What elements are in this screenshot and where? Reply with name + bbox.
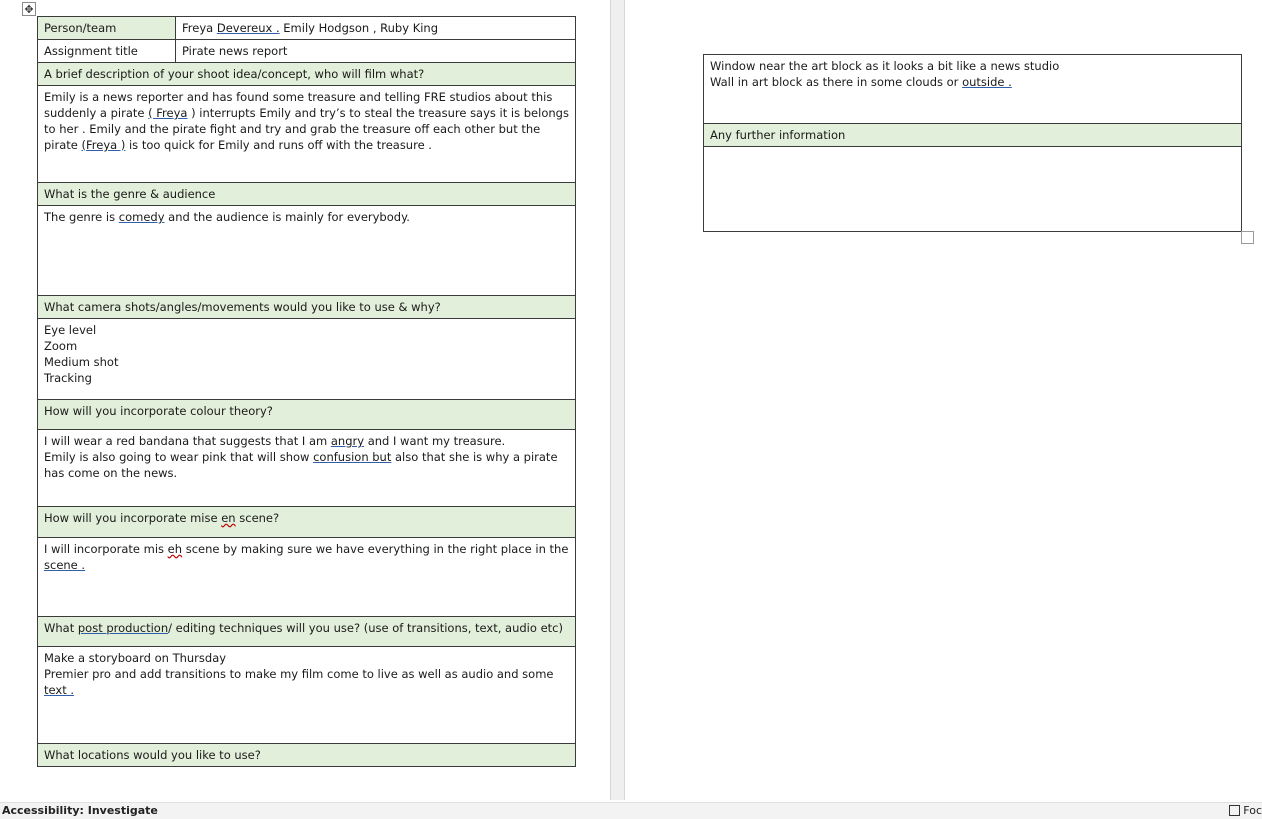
assignment-title-value[interactable]: Pirate news report [175, 39, 576, 63]
concept-answer[interactable]: Emily is a news reporter and has found s… [37, 85, 576, 183]
genre-text-1: The genre is [44, 210, 119, 224]
camera-answer[interactable]: Eye level Zoom Medium shot Tracking [37, 318, 576, 400]
mise-heading-text-2: scene? [235, 511, 280, 525]
genre-answer[interactable]: The genre is comedy and the audience is … [37, 205, 576, 296]
table-row: The genre is comedy and the audience is … [37, 205, 576, 296]
table-row: Eye level Zoom Medium shot Tracking [37, 318, 576, 400]
table-row: Any further information [703, 123, 1242, 147]
mise-heading-misspelled: en [221, 511, 236, 525]
post-heading-text-1: What [44, 621, 78, 635]
person-team-name1: Freya [182, 21, 214, 35]
locations-underlined: outside . [962, 75, 1012, 89]
person-team-label: Person/team [37, 16, 176, 40]
planning-table-continued: Window near the art block as it looks a … [703, 54, 1242, 232]
mise-misspelled: eh [167, 542, 183, 556]
table-row: I will wear a red bandana that suggests … [37, 429, 576, 507]
post-production-answer[interactable]: Make a storyboard on Thursday Premier pro… [37, 646, 576, 744]
concept-underlined-2: (Freya ) [81, 138, 126, 152]
post-production-heading: What post production/ editing techniques… [37, 616, 576, 647]
page-gutter [610, 0, 625, 800]
mise-en-scene-heading: How will you incorporate mise en scene? [37, 506, 576, 538]
table-row: Emily is a news reporter and has found s… [37, 85, 576, 183]
table-row: I will incorporate mis eh scene by makin… [37, 537, 576, 617]
post-text-line-1: Make a storyboard on Thursday [44, 651, 227, 665]
colour-underlined-2: confusion but [313, 450, 392, 464]
camera-heading: What camera shots/angles/movements would… [37, 295, 576, 319]
colour-text-1: I will wear a red bandana that suggests … [44, 434, 331, 448]
table-row: What is the genre & audience [37, 182, 576, 206]
table-row: A brief description of your shoot idea/c… [37, 62, 576, 86]
colour-text-3: Emily is also going to wear pink that wi… [44, 450, 314, 464]
post-heading-underlined: post production [77, 621, 169, 635]
mise-en-scene-answer[interactable]: I will incorporate mis eh scene by makin… [37, 537, 576, 617]
person-team-value[interactable]: Freya Devereux . Emily Hodgson , Ruby Ki… [175, 16, 576, 40]
accessibility-status[interactable]: Accessibility: Investigate [2, 804, 158, 817]
genre-underlined: comedy [118, 210, 165, 224]
mise-underlined: scene . [44, 558, 86, 572]
concept-heading: A brief description of your shoot idea/c… [37, 62, 576, 86]
table-resize-handle-icon[interactable] [1241, 231, 1254, 244]
locations-answer[interactable]: Window near the art block as it looks a … [703, 54, 1242, 124]
further-info-answer[interactable] [703, 146, 1242, 232]
locations-line-2: Wall in art block as there in some cloud… [710, 75, 963, 89]
post-heading-text-2: / editing techniques will you use? (use … [168, 621, 563, 635]
table-row [703, 146, 1242, 232]
table-row: Person/team Freya Devereux . Emily Hodgs… [37, 16, 576, 40]
table-row: How will you incorporate mise en scene? [37, 506, 576, 538]
table-row: How will you incorporate colour theory? [37, 399, 576, 430]
focus-icon [1229, 805, 1241, 816]
locations-heading: What locations would you like to use? [37, 743, 576, 767]
table-row: Window near the art block as it looks a … [703, 54, 1242, 124]
focus-label: Foc [1243, 804, 1262, 817]
colour-underlined-1: angry [330, 434, 365, 448]
mise-text-1: I will incorporate mis [44, 542, 168, 556]
table-row: What camera shots/angles/movements would… [37, 295, 576, 319]
colour-answer[interactable]: I will wear a red bandana that suggests … [37, 429, 576, 507]
assignment-title-label: Assignment title [37, 39, 176, 63]
status-bar: Accessibility: Investigate Foc [0, 802, 1262, 819]
further-info-heading: Any further information [703, 123, 1242, 147]
table-row: What post production/ editing techniques… [37, 616, 576, 647]
table-row: What locations would you like to use? [37, 743, 576, 767]
colour-text-2: and I want my treasure. [364, 434, 506, 448]
mise-heading-text-1: How will you incorporate mise [44, 511, 222, 525]
table-move-handle-icon[interactable]: ✥ [22, 2, 36, 16]
concept-underlined-1: ( Freya [148, 106, 188, 120]
genre-text-2: and the audience is mainly for everybody… [164, 210, 410, 224]
mise-text-2: scene by making sure we have everything … [182, 542, 569, 556]
post-text-2: Premier pro and add transitions to make … [44, 667, 554, 681]
planning-table: Person/team Freya Devereux . Emily Hodgs… [37, 16, 576, 767]
post-underlined: text . [44, 683, 75, 697]
concept-text-3: is too quick for Emily and runs off with… [125, 138, 432, 152]
person-team-rest: Emily Hodgson , Ruby King [283, 21, 439, 35]
table-row: Make a storyboard on Thursday Premier pro… [37, 646, 576, 744]
colour-heading: How will you incorporate colour theory? [37, 399, 576, 430]
table-row: Assignment title Pirate news report [37, 39, 576, 63]
focus-mode-button[interactable]: Foc [1229, 804, 1262, 817]
genre-heading: What is the genre & audience [37, 182, 576, 206]
locations-line-1: Window near the art block as it looks a … [710, 59, 1060, 73]
person-team-name2: Devereux . [216, 21, 280, 35]
